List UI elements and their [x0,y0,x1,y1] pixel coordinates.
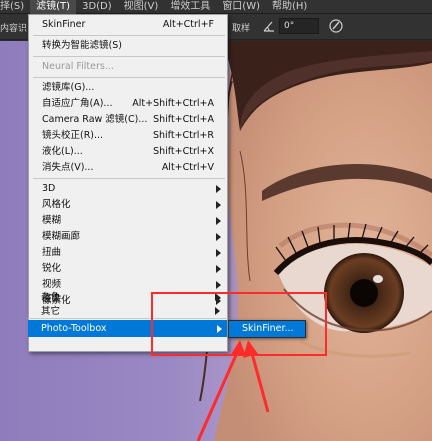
menu-item-label: SkinFiner [42,19,86,30]
menu-item-label: 液化(L)... [42,146,83,157]
submenu-arrow-icon [216,185,221,193]
menu-item-photo-toolbox[interactable]: Photo-Toolbox [28,320,227,337]
pressure-brush-icon[interactable] [328,18,344,34]
angle-input[interactable]: 0° [279,18,319,34]
sample-label: 取样 [232,24,251,34]
submenu-arrow-icon [216,249,221,257]
submenu-arrow-icon [215,307,220,315]
menu-help[interactable]: 帮助(H) [266,0,313,14]
menu-item-blur[interactable]: 模糊 [30,213,226,229]
menu-item-other[interactable]: 其它 [29,305,225,318]
menu-item-label: 自适应广角(A)... [42,98,113,109]
menu-item-camera-raw[interactable]: Camera Raw 滤镜(C)... Shift+Ctrl+A [30,112,226,128]
menu-item-label: 模糊 [42,215,62,226]
menu-item-label: 3D [42,183,56,194]
menu-separator [28,318,228,319]
menu-item-label: 其它 [41,306,61,317]
menu-item-noise[interactable]: 杂色 [29,291,225,304]
menu-item-label: 镜头校正(R)... [42,130,104,141]
submenu-item-skinfiner[interactable]: SkinFiner... [230,322,304,336]
menu-separator [33,178,225,179]
submenu-arrow-icon [216,265,221,273]
menu-item-shortcut: Alt+Shift+Ctrl+A [132,98,214,109]
menu-item-label: Camera Raw 滤镜(C)... [42,114,148,125]
menu-item-shortcut: Shift+Ctrl+X [153,146,214,157]
menu-item-label: 转换为智能滤镜(S) [42,40,122,51]
menu-item-blur-gallery[interactable]: 模糊画廊 [30,229,226,245]
menu-window[interactable]: 窗口(W) [216,0,266,14]
menu-item-label: 消失点(V)... [42,162,94,173]
menu-separator [33,77,225,78]
menu-item-label: 模糊画廊 [42,231,81,242]
menu-item-filter-gallery[interactable]: 滤镜库(G)... [30,80,226,96]
menu-item-label: Neural Filters... [42,61,114,72]
menu-plugins[interactable]: 增效工具 [164,0,216,14]
menu-item-shortcut: Alt+Ctrl+F [162,19,214,30]
menu-item-label: 扭曲 [42,247,62,258]
menu-select[interactable]: 择(S) [0,0,30,14]
photo-toolbox-submenu: SkinFiner... [228,320,306,338]
menu-item-vanishing-point[interactable]: 消失点(V)... Alt+Ctrl+V [30,160,226,176]
submenu-arrow-icon [216,201,221,209]
menu-item-shortcut: Shift+Ctrl+A [153,114,214,125]
menu-item-label: 视频 [42,279,62,290]
menu-item-neural-filters: Neural Filters... [30,59,226,75]
submenu-arrow-icon [216,281,221,289]
menu-item-shortcut: Alt+Ctrl+V [161,162,214,173]
menu-item-label: 滤镜库(G)... [42,82,95,93]
menu-item-lens-correction[interactable]: 镜头校正(R)... Shift+Ctrl+R [30,128,226,144]
menu-item-label: 风格化 [42,199,71,210]
menu-item-liquify[interactable]: 液化(L)... Shift+Ctrl+X [30,144,226,160]
submenu-arrow-icon [215,293,220,301]
menu-3d[interactable]: 3D(D) [76,0,118,14]
menu-item-label: 杂色 [41,292,61,303]
menubar: 择(S) 滤镜(T) 3D(D) 视图(V) 增效工具 窗口(W) 帮助(H) [0,0,432,14]
menu-item-distort[interactable]: 扭曲 [30,245,226,261]
submenu-arrow-icon [217,325,222,333]
menu-item-label: 锐化 [42,263,62,274]
menu-separator [33,56,225,57]
menu-item-sharpen[interactable]: 锐化 [30,261,226,277]
menu-item-label: Photo-Toolbox [41,323,107,334]
menu-item-adaptive-wide-angle[interactable]: 自适应广角(A)... Alt+Shift+Ctrl+A [30,96,226,112]
menu-filter[interactable]: 滤镜(T) [30,0,77,14]
menu-item-3d[interactable]: 3D [30,181,226,197]
menu-item-convert-smart-filter[interactable]: 转换为智能滤镜(S) [30,38,226,54]
menu-separator [33,35,225,36]
menu-item-skinfiner-last[interactable]: SkinFiner Alt+Ctrl+F [30,17,226,33]
submenu-arrow-icon [216,217,221,225]
submenu-arrow-icon [216,233,221,241]
content-aware-label: 内容识 [0,24,28,34]
menu-item-shortcut: Shift+Ctrl+R [152,130,214,141]
menu-item-stylize[interactable]: 风格化 [30,197,226,213]
menu-view[interactable]: 视图(V) [118,0,165,14]
angle-icon [263,21,274,32]
